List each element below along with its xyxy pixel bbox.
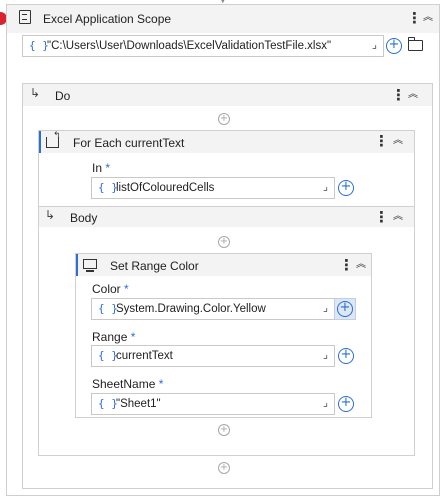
workbook-path-plus-button[interactable]: + (386, 38, 402, 54)
expression-brace-icon: { } (98, 349, 118, 362)
in-label-text: In (92, 161, 103, 175)
color-label-text: Color (92, 282, 121, 296)
set-range-color-icon-base (86, 270, 94, 272)
body-label: Body (70, 211, 98, 225)
expand-editor-icon[interactable]: ⌟ (323, 348, 328, 361)
color-value: System.Drawing.Color.Yellow (116, 303, 266, 315)
do-collapse-icon[interactable]: ︽ (408, 90, 418, 100)
expand-editor-icon[interactable]: ⌟ (323, 301, 328, 314)
add-activity-button[interactable]: + (218, 424, 230, 436)
sheetname-plus-button[interactable]: + (338, 396, 354, 412)
do-header[interactable] (23, 84, 432, 106)
expression-brace-icon: { } (98, 181, 118, 194)
excel-scope-menu-icon[interactable]: ⋮ (407, 11, 422, 26)
add-activity-button[interactable]: + (218, 462, 230, 474)
set-range-color-title: Set Range Color (110, 259, 199, 273)
excel-scope-icon-lines (22, 14, 27, 20)
workbook-path-field[interactable]: { } "C:\Users\User\Downloads\ExcelValida… (22, 35, 384, 57)
for-each-loop-arrow: ↰ (53, 131, 61, 141)
color-field[interactable]: { } System.Drawing.Color.Yellow ⌟ (91, 298, 335, 320)
add-activity-button[interactable]: + (218, 113, 230, 125)
in-field[interactable]: { } listOfColouredCells ⌟ (91, 177, 335, 199)
sheetname-value: "Sheet1" (116, 398, 161, 410)
in-value: listOfColouredCells (116, 182, 215, 194)
sheetname-label: SheetName * (92, 377, 163, 391)
range-label: Range * (92, 330, 135, 344)
set-range-color-menu-icon[interactable]: ⋮ (339, 258, 354, 273)
in-label: In * (92, 161, 110, 175)
excel-scope-title: Excel Application Scope (43, 12, 172, 26)
range-field[interactable]: { } currentText ⌟ (91, 345, 335, 367)
do-menu-icon[interactable]: ⋮ (391, 88, 406, 103)
sheetname-required-marker: * (158, 377, 164, 391)
do-label: Do (55, 89, 71, 103)
expand-editor-icon[interactable]: ⌟ (323, 396, 328, 409)
expand-editor-icon[interactable]: ⌟ (372, 38, 377, 51)
in-required-marker: * (105, 161, 111, 175)
excel-scope-collapse-icon[interactable]: ︽ (423, 13, 433, 23)
body-menu-icon[interactable]: ⋮ (374, 210, 389, 225)
browse-folder-icon[interactable] (408, 40, 423, 51)
workflow-designer: { "excel_scope": { "title": "Excel Appli… (0, 0, 444, 500)
browse-folder-tab (408, 37, 415, 41)
for-each-menu-icon[interactable]: ⋮ (374, 134, 389, 149)
sheetname-field[interactable]: { } "Sheet1" ⌟ (91, 393, 335, 415)
set-range-color-collapse-icon[interactable]: ︽ (356, 260, 366, 270)
color-plus-button[interactable]: + (337, 301, 353, 317)
body-branch-icon: ↳ (45, 208, 56, 222)
do-branch-icon: ↳ (30, 86, 41, 100)
range-plus-button[interactable]: + (338, 348, 354, 364)
color-label: Color * (92, 282, 129, 296)
expression-brace-icon: { } (29, 39, 49, 52)
range-value: currentText (116, 350, 173, 362)
in-plus-button[interactable]: + (338, 180, 354, 196)
for-each-collapse-icon[interactable]: ︽ (393, 136, 403, 146)
workbook-path-value: "C:\Users\User\Downloads\ExcelValidation… (47, 40, 332, 52)
set-range-color-icon (83, 259, 97, 269)
range-required-marker: * (130, 330, 136, 344)
for-each-title: For Each currentText (73, 136, 185, 150)
sheetname-label-text: SheetName (92, 377, 156, 391)
expression-brace-icon: { } (98, 302, 118, 315)
expression-brace-icon: { } (98, 397, 118, 410)
add-activity-button[interactable]: + (218, 236, 230, 248)
range-label-text: Range (92, 330, 128, 344)
color-required-marker: * (124, 282, 129, 296)
body-collapse-icon[interactable]: ︽ (393, 212, 403, 222)
expand-editor-icon[interactable]: ⌟ (323, 180, 328, 193)
